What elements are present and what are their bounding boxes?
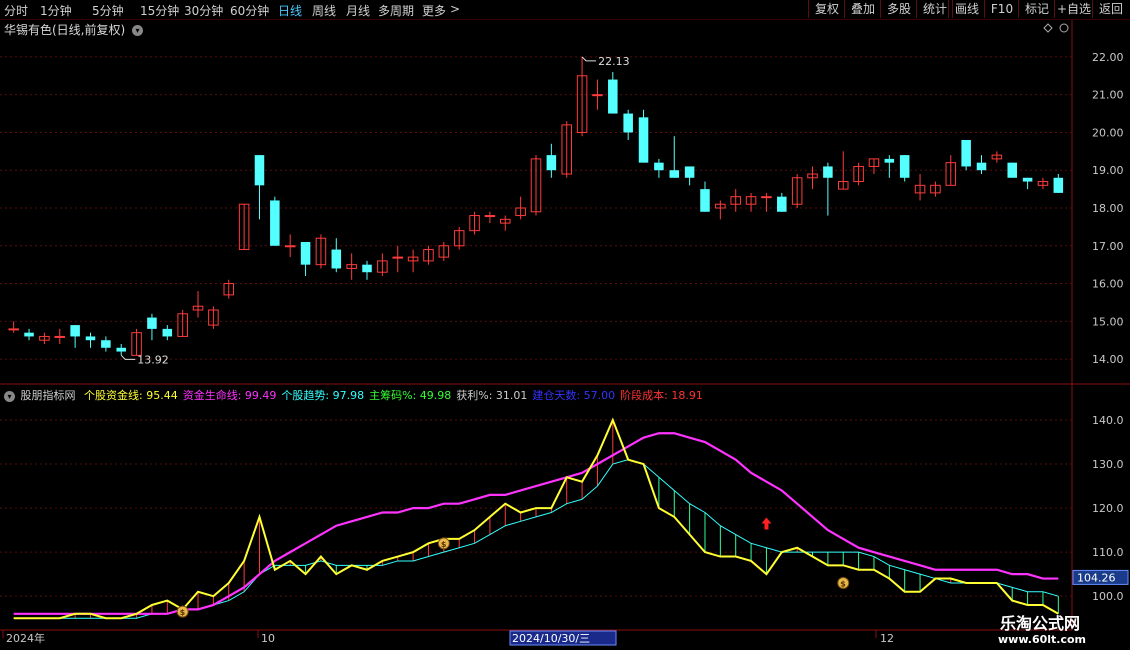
y-tick-label: 14.00 [1092,353,1124,366]
buy-arrow-icon [761,517,772,530]
cursor-date-label: 2024/10/30/三 [512,632,590,645]
money-bag-icon: $ [441,540,447,549]
candle-body [8,328,19,331]
candle-body [777,196,787,212]
fund-line [13,417,1059,620]
candle-body [823,166,833,178]
x-axis-label: 12 [880,632,894,645]
candle-body [654,162,664,171]
y-tick-label: 18.00 [1092,202,1124,215]
candle-body [162,328,173,337]
candle-body [899,155,910,178]
candle-body [392,256,404,259]
candle-body [608,79,618,114]
watermark-url: www.60lt.com [998,633,1087,646]
candle-body [484,215,496,218]
candle-body [1053,177,1064,193]
y-tick-label: 19.00 [1092,164,1124,177]
y-tick-label: 21.00 [1092,89,1124,102]
candle-body [254,155,265,186]
candle-body [270,200,280,246]
candle-body [70,325,80,337]
candle-body [638,117,649,163]
candle-body [592,94,603,97]
candle-body [1007,162,1017,178]
life-line [13,432,1059,615]
y-tick-label: 100.0 [1092,590,1124,603]
candle-body [976,162,987,171]
diamond-icon [1043,23,1053,33]
candle-body [1022,177,1033,182]
y-tick-label: 140.0 [1092,414,1124,427]
x-axis-label: 10 [261,632,275,645]
candle-body [101,340,111,348]
candle-body [54,335,66,338]
money-bag-icon: $ [840,579,846,588]
candle-body [961,140,971,167]
candle-body [684,166,695,178]
low-marker [120,354,136,360]
candle-body [362,264,372,273]
y-tick-label: 130.0 [1092,458,1124,471]
money-bag-icon: $ [180,608,186,617]
trend-line [13,459,1059,619]
candle-body [24,332,34,337]
candle-body [284,245,296,248]
candle-body [884,158,895,163]
current-value-label: 104.26 [1077,571,1116,584]
y-tick-label: 120.0 [1092,502,1124,515]
high-label: 22.13 [598,55,630,68]
candle-body [85,336,96,341]
low-label: 13.92 [137,353,169,366]
y-tick-label: 110.0 [1092,546,1124,559]
candle-body [761,196,772,199]
y-tick-label: 16.00 [1092,278,1124,291]
candle-body [546,155,557,171]
candle-body [669,170,680,178]
high-marker [581,56,597,62]
candle-body [147,317,157,329]
y-tick-label: 17.00 [1092,240,1124,253]
circle-icon [1059,23,1069,33]
y-tick-label: 20.00 [1092,126,1124,139]
candle-body [623,113,633,133]
x-axis-label: 2024年 [6,631,45,645]
candle-body [116,347,126,352]
y-tick-label: 15.00 [1092,315,1124,328]
chart-canvas[interactable]: 22.00 21.00 20.00 19.00 18.00 17.00 16.00 15.00… [0,0,1130,650]
y-tick-label: 22.00 [1092,51,1124,64]
candle-body [331,249,342,269]
candle-body [300,242,311,265]
candle-body [700,189,710,212]
watermark-name: 乐淘公式网 [1000,614,1081,633]
